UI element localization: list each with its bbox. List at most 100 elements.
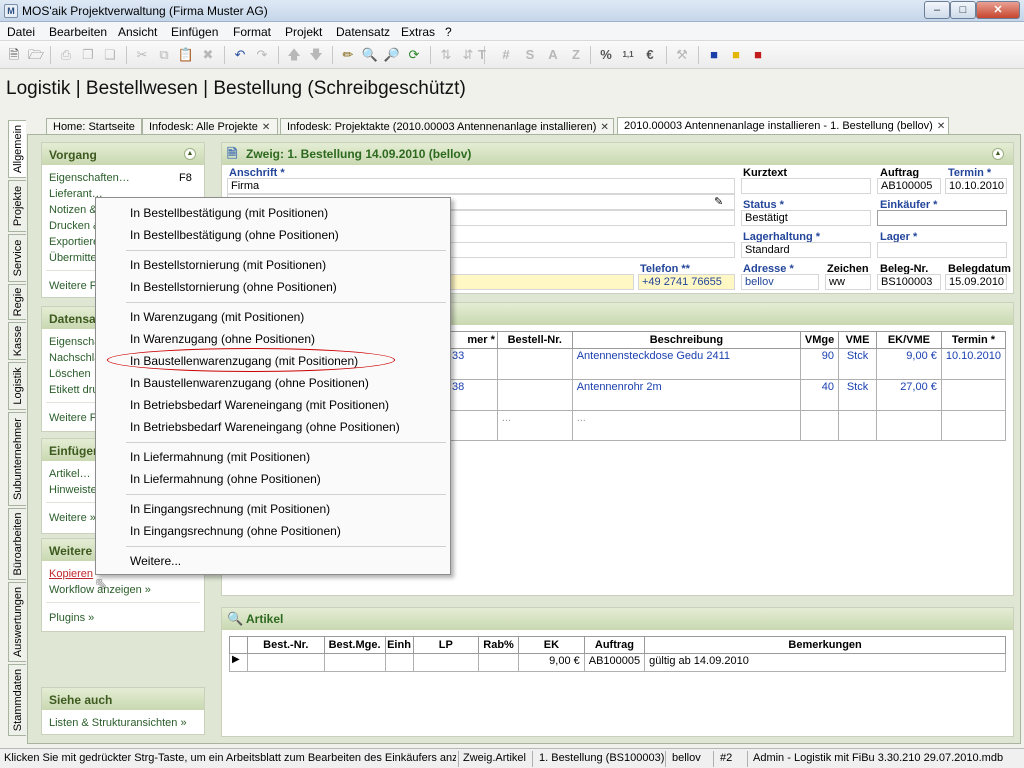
sidetab-stammdaten[interactable]: Stammdaten [8,664,26,736]
adresse-field[interactable]: bellov [741,274,819,290]
col-header[interactable]: Beschreibung [571,331,802,349]
link-loeschen[interactable]: Löschen [49,368,91,380]
collapse-icon[interactable]: ▲ [184,148,196,160]
menu-datei[interactable]: Datei [7,25,35,39]
puzzle-blue-icon[interactable]: ■ [704,45,724,65]
pencil-icon[interactable]: ✏ [338,45,358,65]
a-format-icon[interactable]: A [543,45,563,65]
col-header[interactable]: Bemerkungen [644,636,1006,654]
copy-icon[interactable]: ⧉ [154,45,174,65]
link-nachschlagen[interactable]: Nachschla [49,352,100,364]
telefon-field[interactable]: +49 2741 76655 [638,274,735,290]
link-weitere-funktionen[interactable]: Weitere F [49,412,96,424]
kurztext-field[interactable] [741,178,871,194]
menu-help[interactable]: ? [445,25,452,39]
menu-item-liefermahnung-ohne[interactable]: In Liefermahnung (ohne Positionen) [130,472,321,486]
z-format-icon[interactable]: Z [566,45,586,65]
menu-einfuegen[interactable]: Einfügen [171,25,218,39]
menu-format[interactable]: Format [233,25,271,39]
s-format-icon[interactable]: S [520,45,540,65]
col-header[interactable]: Einh [384,636,414,654]
open-folder-icon[interactable]: 🗁 [26,45,46,65]
auftrag-field[interactable]: AB100005 [877,178,941,194]
menu-datensatz[interactable]: Datensatz [336,25,390,39]
col-header[interactable]: Rab% [478,636,520,654]
col-header[interactable]: LP [412,636,480,654]
address-edit-icon[interactable]: ✎ [714,195,723,208]
col-header[interactable]: VMge [800,331,840,349]
cut-icon[interactable]: ✂ [132,45,152,65]
sidetab-auswertungen[interactable]: Auswertungen [8,582,26,662]
col-header[interactable]: VME [838,331,877,349]
link-weitere-funktionen[interactable]: Weitere F [49,280,96,292]
menu-item-baustellenwarenzugang-ohne[interactable]: In Baustellenwarenzugang (ohne Positione… [130,376,369,390]
menu-projekt[interactable]: Projekt [285,25,322,39]
zeichen-field[interactable]: ww [825,274,871,290]
close-tab-icon[interactable]: ✕ [600,122,608,133]
binoculars-icon[interactable]: 🔍 [360,45,380,65]
lager-field[interactable] [877,242,1007,258]
menu-item-bestellstornierung-mit[interactable]: In Bestellstornierung (mit Positionen) [130,258,326,272]
remove-icon[interactable]: ✖ [198,45,218,65]
sort-icon[interactable]: ⇅ [436,45,456,65]
tab-infodesk-projekte[interactable]: Infodesk: Alle Projekte ✕ [142,118,278,135]
text-format-icon[interactable]: T [472,45,492,65]
beleg-nr-field[interactable]: BS100003 [877,274,941,290]
menu-item-bestellstornierung-ohne[interactable]: In Bestellstornierung (ohne Positionen) [130,280,337,294]
decimal-icon[interactable]: 1,1 [618,45,638,65]
paste-icon[interactable]: 📋 [176,45,196,65]
link-hinweistext[interactable]: Hinweiste [49,484,97,496]
status-field[interactable]: Bestätigt [741,210,871,226]
print-icon[interactable]: ⎙ [56,45,76,65]
menu-item-betriebsbedarf-ohne[interactable]: In Betriebsbedarf Wareneingang (ohne Pos… [130,420,400,434]
menu-extras[interactable]: Extras [401,25,435,39]
link-exportieren[interactable]: Exportiere [49,236,99,248]
tab-bestellung[interactable]: 2010.00003 Antennenanlage installieren -… [617,117,949,135]
menu-item-bestellbestaetigung-ohne[interactable]: In Bestellbestätigung (ohne Positionen) [130,228,339,242]
maximize-button[interactable]: □ [950,1,976,19]
link-uebermitteln[interactable]: Übermitte [49,252,97,264]
hash-icon[interactable]: # [496,45,516,65]
link-notizen[interactable]: Notizen & [49,204,97,216]
link-artikel[interactable]: Artikel… [49,468,91,480]
tab-projektakte[interactable]: Infodesk: Projektakte (2010.00003 Antenn… [280,118,614,135]
menu-bearbeiten[interactable]: Bearbeiten [49,25,107,39]
termin-field[interactable]: 10.10.2010 [945,178,1007,194]
link-plugins[interactable]: Plugins » [49,612,94,624]
minimize-button[interactable]: – [924,1,950,19]
sidetab-kasse[interactable]: Kasse [8,322,26,360]
col-header[interactable]: Auftrag [583,636,646,654]
zoom-doc-icon[interactable]: 🔎 [382,45,402,65]
close-tab-icon[interactable]: ✕ [262,122,270,133]
link-weitere[interactable]: Weitere » [49,512,96,524]
menu-item-liefermahnung-mit[interactable]: In Liefermahnung (mit Positionen) [130,450,310,464]
col-header[interactable]: Best.Mge. [323,636,386,654]
puzzle-yellow-icon[interactable]: ■ [726,45,746,65]
currency-icon[interactable]: € [640,45,660,65]
col-header[interactable]: EK [518,636,585,654]
redo-icon[interactable]: ↷ [252,45,272,65]
einkaeufer-field[interactable] [877,210,1007,226]
collapse-icon[interactable]: ▲ [992,148,1004,160]
copy-doc-icon[interactable]: ❐ [78,45,98,65]
puzzle-red-icon[interactable]: ■ [748,45,768,65]
sidetab-projekte[interactable]: Projekte [8,180,26,232]
link-eigenschaften[interactable]: Eigenscha [49,336,100,348]
tab-home[interactable]: Home: Startseite [46,118,142,135]
new-icon[interactable]: 🗎 [4,45,24,65]
col-header[interactable]: Termin * [940,331,1007,349]
table-row[interactable]: ▶ 9,00 € AB100005 gültig ab 14.09.2010 [229,653,1006,672]
menu-ansicht[interactable]: Ansicht [118,25,157,39]
percent-icon[interactable]: % [596,45,616,65]
undo-icon[interactable]: ↶ [230,45,250,65]
menu-item-warenzugang-ohne[interactable]: In Warenzugang (ohne Positionen) [130,332,315,346]
sidetab-regie[interactable]: Regie [8,284,26,320]
menu-item-weitere[interactable]: Weitere... [130,554,181,568]
menu-item-betriebsbedarf-mit[interactable]: In Betriebsbedarf Wareneingang (mit Posi… [130,398,389,412]
sidetab-allgemein[interactable]: Allgemein [8,120,26,178]
anschrift-field[interactable]: Firma [227,178,735,194]
menu-item-warenzugang-mit[interactable]: In Warenzugang (mit Positionen) [130,310,304,324]
menu-item-bestellbestaetigung-mit[interactable]: In Bestellbestätigung (mit Positionen) [130,206,328,220]
link-drucken[interactable]: Drucken & [49,220,100,232]
refresh-icon[interactable]: ⟳ [404,45,424,65]
